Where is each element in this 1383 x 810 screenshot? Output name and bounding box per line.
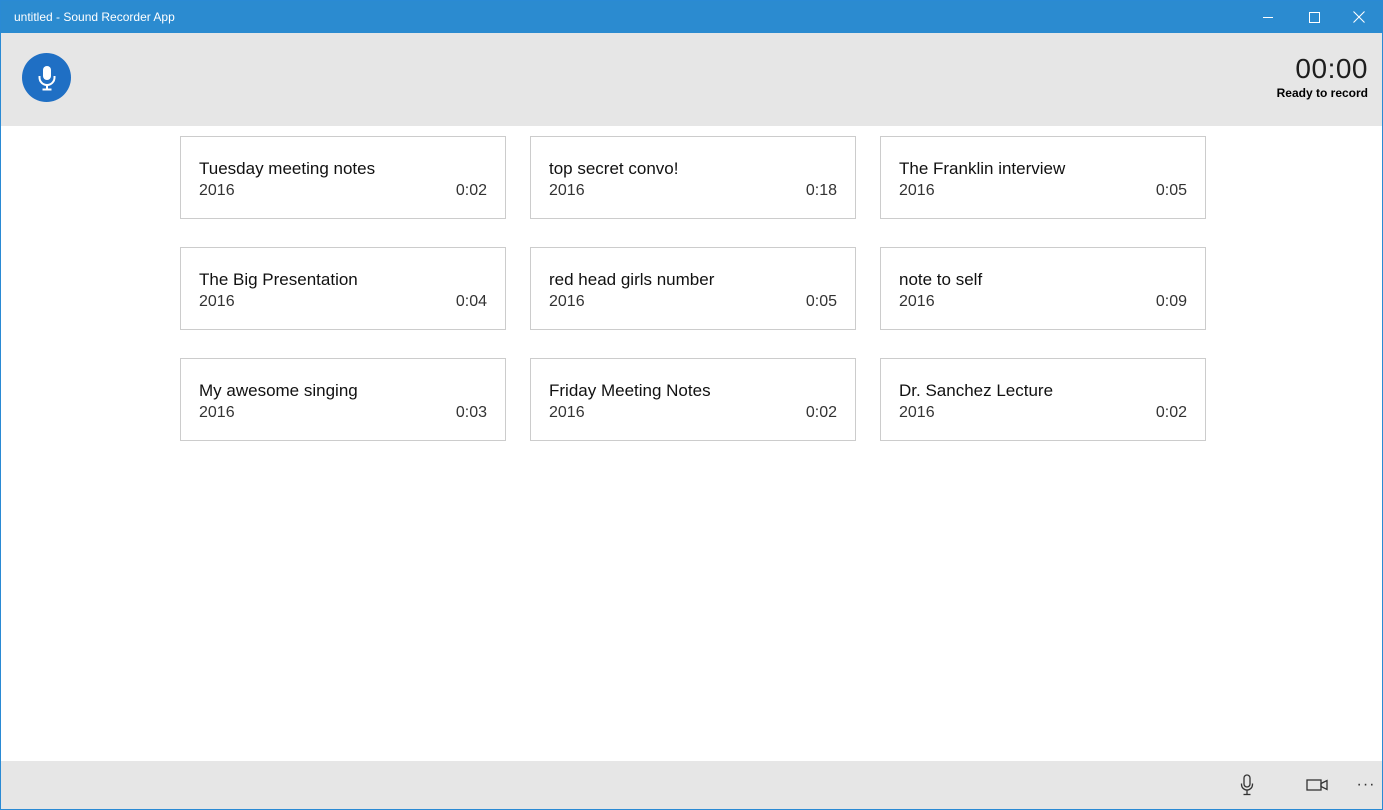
recording-duration: 0:03	[455, 404, 487, 421]
recording-duration: 0:02	[805, 404, 837, 421]
recording-card[interactable]: Tuesday meeting notes 2016 0:02	[180, 136, 506, 219]
recording-card[interactable]: top secret convo! 2016 0:18	[530, 136, 856, 219]
recording-year: 2016	[549, 404, 585, 421]
recording-name: Dr. Sanchez Lecture	[899, 381, 1054, 400]
recording-name: The Franklin interview	[899, 159, 1066, 178]
recording-card[interactable]: The Big Presentation 2016 0:04	[180, 247, 506, 330]
recording-name: red head girls number	[549, 270, 715, 289]
app-window: untitled - Sound Recorder App 00:00 Read…	[0, 0, 1383, 810]
recording-name: top secret convo!	[549, 159, 679, 178]
recording-card[interactable]: My awesome singing 2016 0:03	[180, 358, 506, 441]
maximize-button[interactable]	[1291, 1, 1337, 33]
recording-year: 2016	[199, 182, 235, 199]
title-bar: untitled - Sound Recorder App	[1, 1, 1382, 33]
record-button[interactable]	[22, 53, 71, 102]
recording-name: My awesome singing	[199, 381, 358, 400]
recording-duration: 0:02	[455, 182, 487, 199]
recording-duration: 0:04	[455, 293, 487, 310]
recording-name: Tuesday meeting notes	[199, 159, 376, 178]
recording-year: 2016	[899, 404, 935, 421]
recording-card[interactable]: red head girls number 2016 0:05	[530, 247, 856, 330]
more-options-button[interactable]: ···	[1351, 761, 1381, 809]
close-icon	[1353, 11, 1365, 23]
recording-status: Ready to record	[1276, 86, 1368, 100]
recording-duration: 0:18	[805, 182, 837, 199]
recording-name: Friday Meeting Notes	[549, 381, 711, 400]
recording-year: 2016	[199, 293, 235, 310]
video-camera-button[interactable]	[1297, 761, 1337, 809]
microphone-icon	[38, 65, 55, 90]
recording-card[interactable]: note to self 2016 0:09	[880, 247, 1206, 330]
minimize-button[interactable]	[1245, 1, 1291, 33]
recording-duration: 0:02	[1155, 404, 1187, 421]
recording-timer: 00:00	[1295, 53, 1368, 84]
recording-card[interactable]: The Franklin interview 2016 0:05	[880, 136, 1206, 219]
recording-card[interactable]: Dr. Sanchez Lecture 2016 0:02	[880, 358, 1206, 441]
video-camera-icon	[1306, 779, 1328, 791]
recording-card[interactable]: Friday Meeting Notes 2016 0:02	[530, 358, 856, 441]
minimize-icon	[1262, 16, 1273, 18]
app-bar: ···	[1, 761, 1382, 809]
recording-duration: 0:09	[1155, 293, 1187, 310]
recording-duration: 0:05	[1155, 182, 1187, 199]
recording-duration: 0:05	[805, 293, 837, 310]
recording-year: 2016	[199, 404, 235, 421]
recording-name: The Big Presentation	[199, 270, 358, 289]
microphone-icon	[1240, 774, 1254, 796]
recording-year: 2016	[899, 182, 935, 199]
recording-year: 2016	[549, 182, 585, 199]
recorder-header: 00:00 Ready to record	[1, 33, 1382, 126]
close-button[interactable]	[1336, 1, 1382, 33]
recording-name: note to self	[899, 270, 983, 289]
maximize-icon	[1308, 11, 1320, 23]
recording-year: 2016	[549, 293, 585, 310]
microphone-button[interactable]	[1227, 761, 1267, 809]
recording-year: 2016	[899, 293, 935, 310]
window-title: untitled - Sound Recorder App	[14, 10, 175, 24]
